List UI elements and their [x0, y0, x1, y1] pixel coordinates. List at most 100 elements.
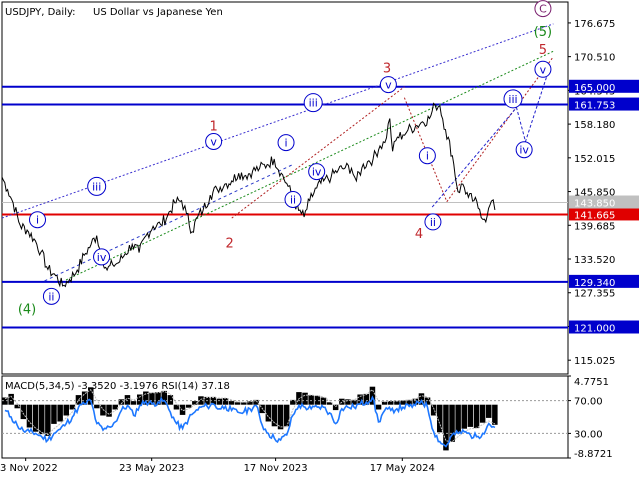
- level-tag-label: 121.000: [574, 324, 615, 335]
- main-panel-frame: [1, 1, 569, 375]
- wave-label: iv: [515, 141, 533, 159]
- price-tick-label: 176.675: [574, 19, 615, 30]
- level-tag-label: 141.665: [574, 210, 615, 221]
- wave-label: 4: [415, 227, 423, 242]
- wave-label: i: [418, 147, 436, 165]
- current-price-tag: 143.850: [569, 195, 639, 209]
- macd-histogram-bar: [124, 395, 131, 405]
- macd-histogram-bar: [94, 404, 100, 409]
- wave-text: iv: [97, 251, 107, 264]
- wave-text: v: [210, 136, 217, 149]
- macd-histogram-bar: [228, 401, 235, 405]
- price-tick-label: 152.015: [574, 154, 615, 165]
- level-tag-label: 161.753: [574, 101, 615, 112]
- macd-histogram-bar: [479, 404, 486, 423]
- macd-histogram-bar: [186, 404, 192, 408]
- wave-text: 5: [539, 43, 547, 58]
- macd-histogram-bar: [467, 404, 474, 427]
- wave-text: ii: [430, 216, 436, 229]
- wave-text: i: [426, 150, 429, 163]
- wave-text: ii: [48, 290, 54, 303]
- wave-label: iii: [503, 89, 523, 109]
- macd-histogram-bar: [394, 401, 400, 405]
- wave-label: (4): [18, 302, 36, 317]
- macd-histogram-bar: [26, 404, 33, 428]
- macd-histogram-bar: [39, 404, 45, 435]
- macd-histogram-bar: [106, 404, 112, 417]
- indicator-tick-label: 30.00: [574, 429, 603, 440]
- time-tick-label: 23 Nov 2022: [0, 463, 58, 474]
- wave-text: iii: [508, 93, 517, 106]
- level-price-tag: 161.753: [569, 97, 639, 112]
- wave-label: 1: [210, 120, 218, 135]
- wave-text: (4): [18, 302, 36, 317]
- wave-label: iii: [87, 176, 107, 196]
- macd-histogram-bar: [63, 404, 69, 416]
- macd-histogram-bar: [112, 404, 118, 410]
- macd-histogram-bar: [51, 404, 57, 424]
- indicator-tick-label: 4.7751: [574, 377, 609, 388]
- wave-label: v: [379, 76, 397, 94]
- wave-label: v: [534, 60, 552, 78]
- wave-text: (5): [534, 25, 552, 40]
- wave-text: 2: [226, 237, 234, 252]
- indicator-tick-label: 70.00: [574, 397, 603, 408]
- wave-text: iii: [309, 97, 318, 110]
- macd-histogram-bar: [375, 404, 382, 410]
- macd-histogram-bar: [486, 404, 492, 418]
- wave-label: iv: [308, 163, 326, 181]
- wave-label: (5): [534, 25, 552, 40]
- macd-histogram-bar: [234, 402, 241, 405]
- level-tag-label: 165.000: [574, 83, 615, 94]
- price-axis: 176.675170.510164.345158.180152.015145.8…: [568, 19, 615, 367]
- wave-text: 1: [210, 120, 218, 135]
- macd-histogram-bar: [130, 401, 137, 405]
- wave-label: ii: [42, 287, 60, 305]
- chart-description: US Dollar vs Japanese Yen: [93, 7, 223, 18]
- wave-label: i: [277, 134, 295, 152]
- wave-text: v: [385, 79, 392, 92]
- chart-symbol: USDJPY, Daily:: [5, 7, 76, 18]
- wave-text: i: [285, 137, 288, 150]
- time-tick-label: 17 May 2024: [370, 463, 435, 474]
- wave-text: iv: [312, 166, 322, 179]
- wave-text: C: [539, 3, 547, 16]
- wave-label: iv: [93, 248, 111, 266]
- time-tick-label: 23 May 2023: [119, 463, 184, 474]
- macd-histogram-bar: [492, 404, 498, 425]
- level-price-tag: 165.000: [569, 79, 639, 94]
- price-tick-label: 133.520: [574, 255, 615, 266]
- macd-histogram-bar: [400, 400, 406, 405]
- wave-text: 4: [415, 227, 423, 242]
- price-tick-label: 139.685: [574, 221, 615, 232]
- wave-label: iii: [303, 93, 323, 113]
- level-tag-label: 129.340: [574, 278, 615, 289]
- wave-label: 5: [539, 43, 547, 58]
- macd-histogram-bar: [69, 404, 76, 410]
- price-tick-label: 127.355: [574, 289, 615, 300]
- macd-histogram-bar: [302, 392, 308, 405]
- macd-histogram-bar: [216, 398, 223, 405]
- wave-text: iv: [519, 144, 529, 157]
- indicator-tick-label: -8.8721: [574, 449, 613, 460]
- current-price-label: 143.850: [574, 198, 615, 209]
- time-tick-label: 17 Nov 2023: [244, 463, 308, 474]
- macd-histogram-bar: [100, 404, 106, 416]
- wave-label: ii: [424, 213, 442, 231]
- price-tick-label: 170.510: [574, 53, 615, 64]
- wave-label: 2: [226, 237, 234, 252]
- wave-label: C: [534, 0, 552, 18]
- chart-svg: USDJPY, Daily: US Dollar vs Japanese Yen…: [0, 0, 639, 474]
- wave-text: i: [36, 214, 39, 227]
- indicator-title: MACD(5,34,5) -3.3520 -3.1976 RSI(14) 37.…: [5, 381, 230, 392]
- macd-histogram-bar: [308, 395, 314, 405]
- wave-text: 3: [383, 62, 391, 77]
- wave-label: 3: [383, 62, 391, 77]
- macd-histogram-bar: [473, 404, 480, 429]
- wave-label: v: [205, 133, 223, 150]
- level-price-tag: 129.340: [569, 274, 639, 289]
- macd-histogram-bar: [241, 402, 247, 405]
- macd-histogram-bar: [332, 404, 339, 411]
- wave-text: iii: [92, 180, 101, 193]
- wave-label: i: [29, 211, 47, 229]
